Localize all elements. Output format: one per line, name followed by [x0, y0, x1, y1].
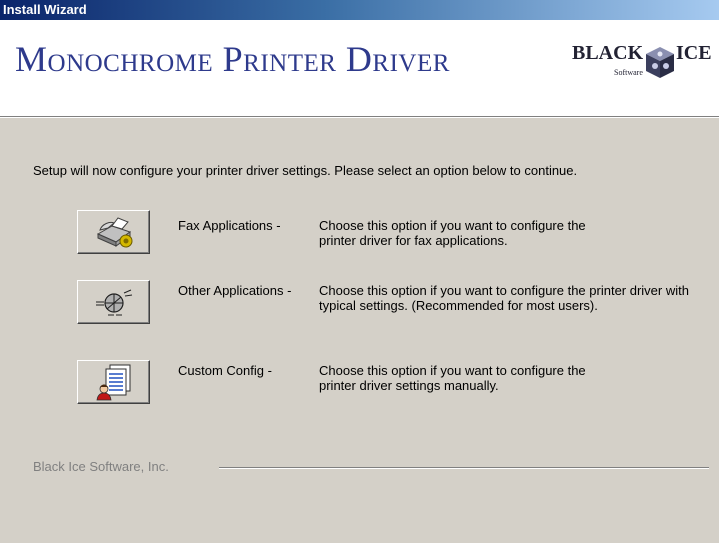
- other-applications-description: Choose this option if you want to config…: [319, 283, 689, 313]
- custom-config-description: Choose this option if you want to config…: [319, 363, 586, 393]
- window-title: Install Wizard: [3, 2, 87, 17]
- logo-text-right: ICE: [676, 42, 712, 64]
- header-divider: [0, 117, 719, 118]
- fax-applications-button[interactable]: [77, 210, 150, 254]
- other-applications-label: Other Applications -: [178, 283, 292, 298]
- product-title: Monochrome Printer Driver: [15, 39, 450, 79]
- user-document-icon: [96, 364, 130, 401]
- fax-icon: [96, 217, 132, 248]
- logo-subtext: Software: [614, 68, 643, 77]
- logo-text-left: BLACK: [572, 42, 644, 64]
- black-ice-logo: BLACK ICE Software: [568, 42, 713, 87]
- fax-applications-description: Choose this option if you want to config…: [319, 218, 586, 248]
- footer-divider: [219, 467, 709, 469]
- ice-cube-icon: [646, 47, 674, 78]
- other-applications-button[interactable]: [77, 280, 150, 324]
- footer-company: Black Ice Software, Inc.: [33, 459, 169, 474]
- intro-text: Setup will now configure your printer dr…: [33, 163, 578, 178]
- custom-config-button[interactable]: [77, 360, 150, 404]
- custom-config-label: Custom Config -: [178, 363, 272, 378]
- title-bar: Install Wizard: [0, 0, 719, 20]
- fax-applications-label: Fax Applications -: [178, 218, 281, 233]
- settings-dial-icon: [95, 289, 132, 316]
